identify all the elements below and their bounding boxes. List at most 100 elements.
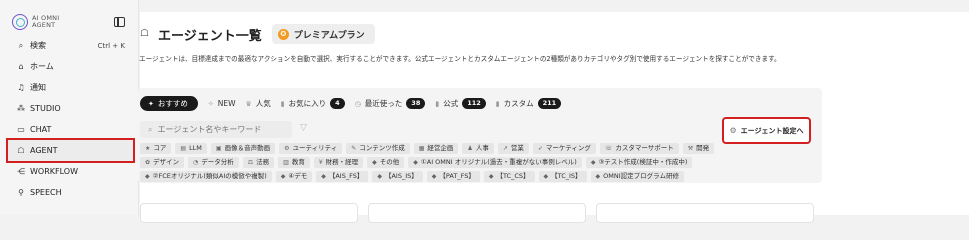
agent-card[interactable] bbox=[596, 203, 814, 223]
search-input[interactable] bbox=[157, 125, 278, 134]
tag-label: コア bbox=[153, 144, 167, 152]
sidebar-item-検索[interactable]: ⌕ 検索 Ctrl + K bbox=[8, 35, 133, 56]
tag-chip[interactable]: ☏ カスタマーサポート bbox=[599, 143, 679, 154]
top-bar bbox=[140, 0, 969, 12]
sidebar-item-studio[interactable]: ⁂ STUDIO bbox=[8, 98, 133, 119]
tab-2[interactable]: ♛ 人気 bbox=[246, 96, 271, 111]
tag-label: カスタマーサポート bbox=[615, 144, 674, 152]
sidebar-collapse-icon[interactable] bbox=[114, 17, 125, 27]
tag-icon: ☏ bbox=[604, 145, 613, 152]
sidebar-item-label: 通知 bbox=[30, 83, 46, 92]
agent-card[interactable] bbox=[368, 203, 586, 223]
tag-chip[interactable]: ◆ ②FCEオリジナル(類似AIの模倣や複製) bbox=[140, 171, 272, 182]
tag-icon: ◆ bbox=[543, 173, 549, 180]
tag-chip[interactable]: ⚖ 法務 bbox=[242, 157, 275, 168]
tag-chip[interactable]: ♟ 人事 bbox=[462, 143, 494, 154]
tab-label: 最近使った bbox=[364, 99, 403, 108]
tab-label: おすすめ bbox=[157, 99, 188, 108]
tag-icon: ★ bbox=[145, 145, 151, 152]
sidebar-item-agent[interactable]: ☖ AGENT bbox=[6, 138, 135, 163]
tag-icon: ▤ bbox=[180, 145, 187, 152]
tab-3[interactable]: ▮ お気に入り 4 bbox=[281, 96, 345, 111]
tab-1[interactable]: ✧ NEW bbox=[208, 96, 236, 111]
tag-label: 【TC_IS】 bbox=[551, 172, 582, 180]
sidebar-item-workflow[interactable]: ⋲ WORKFLOW bbox=[8, 161, 133, 182]
tag-label: 【TC_CS】 bbox=[496, 172, 530, 180]
tag-icon: ◆ bbox=[145, 173, 150, 180]
search-icon: ⌕ bbox=[148, 124, 153, 134]
tag-label: ④デモ bbox=[288, 172, 308, 180]
page-header: ☖ エージェント一覧 ✪ プレミアムプラン bbox=[140, 24, 375, 44]
tag-chip[interactable]: ¥ 財務・経理 bbox=[313, 157, 364, 168]
tag-chip[interactable]: ✿ デザイン bbox=[140, 157, 185, 168]
tab-label: NEW bbox=[217, 99, 236, 108]
tag-label: ②FCEオリジナル(類似AIの模倣や複製) bbox=[152, 172, 267, 180]
plan-icon: ✪ bbox=[277, 28, 289, 40]
sidebar: AI OMNI AGENT ⌕ 検索 Ctrl + K ⌂ ホーム ♫ 通知 ⁂ STUDIO ▭… bbox=[0, 0, 139, 215]
search-box[interactable]: ⌕ bbox=[140, 121, 292, 138]
sidebar-item-ホーム[interactable]: ⌂ ホーム bbox=[8, 56, 133, 77]
tag-chip[interactable]: ⚒ 開発 bbox=[682, 143, 715, 154]
tag-chip[interactable]: ◆ その他 bbox=[367, 157, 405, 168]
agent-settings-button[interactable]: ⚙ エージェント設定へ bbox=[722, 117, 811, 144]
tab-label: 公式 bbox=[443, 99, 459, 108]
tag-chip[interactable]: ➶ マーケティング bbox=[532, 143, 596, 154]
plan-badge: ✪ プレミアムプラン bbox=[271, 24, 375, 44]
logo[interactable]: AI OMNI AGENT bbox=[12, 14, 59, 30]
tag-chip[interactable]: ◆ OMNI認定プログラム研修 bbox=[590, 171, 684, 182]
tag-chip[interactable]: ✎ コンテンツ作成 bbox=[346, 143, 410, 154]
sidebar-nav: ⌕ 検索 Ctrl + K ⌂ ホーム ♫ 通知 ⁂ STUDIO ▭ CHAT ☖ AGENT ⋲ WOR… bbox=[6, 35, 135, 203]
tag-icon: ◔ bbox=[193, 159, 199, 166]
tag-chip[interactable]: ◔ データ分析 bbox=[188, 157, 239, 168]
nodes-icon: ⁂ bbox=[17, 104, 25, 113]
tag-label: ③テスト作成(検証中・作成中) bbox=[598, 158, 688, 166]
tag-icon: ◆ bbox=[431, 173, 437, 180]
tab-count-badge: 38 bbox=[406, 98, 426, 109]
tag-chip[interactable]: ◆ ③テスト作成(検証中・作成中) bbox=[585, 157, 693, 168]
logo-icon bbox=[12, 14, 28, 30]
tag-label: 【PAT_FS】 bbox=[439, 172, 475, 180]
filter-panel: ✦ おすすめ ✧ NEW ♛ 人気 ▮ お気に入り 4 ◷ 最近使った 38 ▮ 公式 112 ▮ カスタム 21… bbox=[138, 88, 822, 183]
mic-icon: ⚲ bbox=[18, 188, 24, 197]
tag-label: 【AIS_FS】 bbox=[328, 172, 364, 180]
sidebar-item-speech[interactable]: ⚲ SPEECH bbox=[8, 182, 133, 203]
new-icon: ✧ bbox=[207, 99, 214, 108]
tag-chip[interactable]: ◆ 【TC_IS】 bbox=[538, 171, 587, 182]
tag-icon: ⚙ bbox=[284, 145, 290, 152]
tag-chip[interactable]: ▤ LLM bbox=[175, 143, 207, 154]
tag-label: LLM bbox=[189, 144, 202, 152]
tag-chip[interactable]: ⚙ ユーティリティ bbox=[279, 143, 343, 154]
page-title: エージェント一覧 bbox=[158, 28, 262, 44]
tag-chip[interactable]: ◆ 【AIS_FS】 bbox=[316, 171, 369, 182]
chat-icon: ▭ bbox=[17, 125, 25, 134]
search-icon: ⌕ bbox=[18, 40, 24, 50]
sidebar-item-chat[interactable]: ▭ CHAT bbox=[8, 119, 133, 140]
tag-chip[interactable]: ▦ 経営企画 bbox=[413, 143, 459, 154]
tag-label: マーケティング bbox=[545, 144, 591, 152]
tag-chip[interactable]: ◆ ④デモ bbox=[275, 171, 313, 182]
tag-label: OMNI認定プログラム研修 bbox=[603, 172, 679, 180]
tab-6[interactable]: ▮ カスタム 211 bbox=[496, 96, 562, 111]
tag-icon: ⚒ bbox=[687, 145, 694, 152]
tab-0[interactable]: ✦ おすすめ bbox=[140, 96, 198, 111]
tab-5[interactable]: ▮ 公式 112 bbox=[435, 96, 486, 111]
tag-chip[interactable]: ◆ ①AI OMNI オリジナル(過去・重複がない事例レベル) bbox=[408, 157, 582, 168]
tag-icon: ▣ bbox=[215, 145, 222, 152]
gear-icon: ⚙ bbox=[729, 126, 737, 135]
agent-icon: ☖ bbox=[140, 28, 149, 39]
agent-card[interactable] bbox=[140, 203, 358, 223]
tag-label: 法務 bbox=[256, 158, 270, 166]
tag-icon: ◆ bbox=[595, 173, 601, 180]
sidebar-item-通知[interactable]: ♫ 通知 bbox=[8, 77, 133, 98]
sidebar-item-label: STUDIO bbox=[30, 104, 61, 113]
tag-chip[interactable]: ◆ 【TC_CS】 bbox=[483, 171, 535, 182]
tag-chip[interactable]: ▣ 画像＆音声動画 bbox=[210, 143, 276, 154]
tag-chip[interactable]: ▥ 教育 bbox=[278, 157, 310, 168]
tag-label: 経営企画 bbox=[427, 144, 454, 152]
tab-4[interactable]: ◷ 最近使った 38 bbox=[355, 96, 426, 111]
tag-chip[interactable]: ◆ 【PAT_FS】 bbox=[426, 171, 480, 182]
tag-chip[interactable]: ↗ 営業 bbox=[497, 143, 529, 154]
filter-icon[interactable]: ▽ bbox=[300, 123, 307, 133]
tag-chip[interactable]: ◆ 【AIS_IS】 bbox=[372, 171, 423, 182]
tag-chip[interactable]: ★ コア bbox=[140, 143, 172, 154]
